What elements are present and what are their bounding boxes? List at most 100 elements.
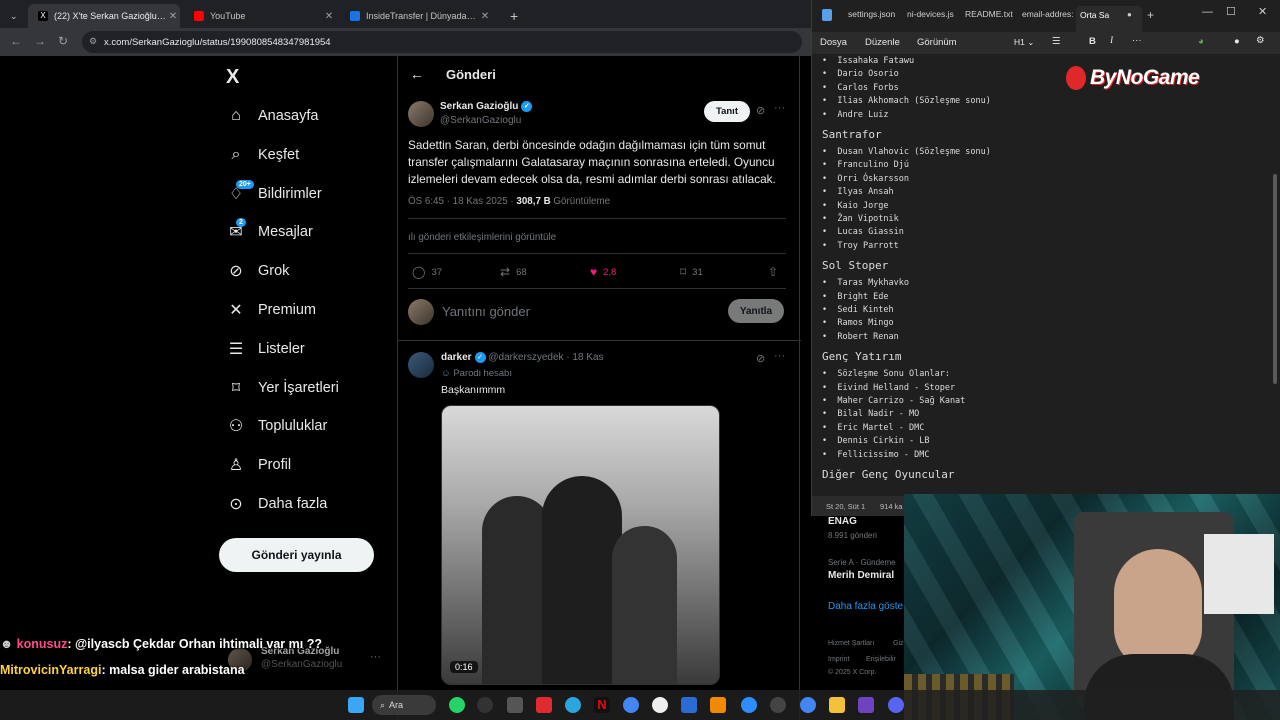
nav-item-people[interactable]: ⚇ Topluluklar xyxy=(226,411,328,441)
tab-insidetransfer[interactable]: InsideTransfer | Dünyadan Son ✕ xyxy=(340,4,492,28)
nav-item-search[interactable]: ⌕ Keşfet xyxy=(226,140,300,170)
reply-input[interactable]: Yanıtını gönder xyxy=(442,304,530,319)
notepad-tab-active[interactable]: Orta Sa ● xyxy=(1076,6,1142,32)
telegram-icon[interactable] xyxy=(565,697,581,713)
whatsapp-icon[interactable] xyxy=(449,697,465,713)
footer-terms[interactable]: Hizmet Şartları xyxy=(828,640,874,647)
maximize-icon[interactable]: ☐ xyxy=(1226,5,1236,18)
list-format-icon[interactable]: ☰ xyxy=(1052,36,1061,47)
reply-author-row[interactable]: darker ✓ @darkerszyedek · 18 Kas xyxy=(441,352,604,363)
post-timestamp[interactable]: ÖS 6:45 · 18 Kas 2025 · xyxy=(408,196,516,207)
settings-gear-icon[interactable]: ⚙ xyxy=(1256,35,1265,46)
heading-select[interactable]: H1 ⌄ xyxy=(1014,37,1034,48)
app-icon[interactable] xyxy=(681,697,697,713)
app-icon[interactable] xyxy=(477,697,493,713)
notepad-tab[interactable]: settings.json xyxy=(848,9,895,19)
nav-item-list[interactable]: ☰ Listeler xyxy=(226,334,305,364)
nav-item-home[interactable]: ⌂ Anasayfa xyxy=(226,101,318,131)
nav-item-grok[interactable]: ⊘ Grok xyxy=(226,256,289,286)
trend-title[interactable]: ENAG xyxy=(828,516,857,527)
footer-accessibility[interactable]: Erişilebilir xyxy=(866,656,896,663)
scrollbar-thumb[interactable] xyxy=(1273,174,1277,384)
back-icon[interactable]: ← xyxy=(10,34,22,48)
tab-list-button[interactable]: ⌄ xyxy=(4,4,24,28)
app-icon[interactable] xyxy=(507,697,523,713)
show-more-link[interactable]: Daha fazla göste xyxy=(828,601,903,612)
more-format-icon[interactable]: ··· xyxy=(1132,35,1142,46)
app-icon[interactable] xyxy=(536,697,552,713)
nav-item-mail[interactable]: ✉ 2 Mesajlar xyxy=(226,217,313,247)
notepad-tab[interactable]: email-addres: xyxy=(1022,9,1074,19)
tab-youtube[interactable]: YouTube ✕ xyxy=(184,4,336,28)
more-options-icon[interactable]: ··· xyxy=(774,350,785,362)
vlc-icon[interactable] xyxy=(710,697,726,713)
menu-view[interactable]: Görünüm xyxy=(917,37,957,48)
notepad-editor[interactable]: ByNoGame • Issahaka Fatawu • Dario Osorio… xyxy=(812,54,1280,496)
post-compose-button[interactable]: Gönderi yayınla xyxy=(219,538,374,572)
windows-start-icon[interactable] xyxy=(348,697,364,713)
bold-icon[interactable]: B xyxy=(1089,36,1096,47)
trend-name[interactable]: Merih Demiral xyxy=(828,570,894,581)
repost-action[interactable]: ⇄ 68 xyxy=(500,265,527,279)
netflix-icon[interactable]: N xyxy=(594,697,610,713)
like-action[interactable]: ♥ 2,8 xyxy=(590,265,616,279)
menu-file[interactable]: Dosya xyxy=(820,37,847,48)
tab-x-post[interactable]: X (22) X'te Serkan Gazioğlu: "Sadettin ✕ xyxy=(28,4,180,28)
reply-button[interactable]: Yanıtla xyxy=(728,299,784,323)
author-avatar[interactable] xyxy=(408,101,434,127)
author-name-row[interactable]: Serkan Gazioğlu ✓ xyxy=(440,101,533,112)
scrollbar[interactable] xyxy=(1272,54,1278,496)
account-menu-icon[interactable]: ··· xyxy=(370,651,381,663)
account-icon[interactable]: ● xyxy=(1234,36,1240,47)
notepad-line-text: Sözleşme Sonu Olanlar: xyxy=(837,369,950,380)
grok-icon[interactable]: ⊘ xyxy=(756,104,765,117)
discord-icon[interactable] xyxy=(888,697,904,713)
nav-item-bell[interactable]: ♢ 20+ Bildirimler xyxy=(226,179,322,209)
notepad-tab[interactable]: ni-devices.js xyxy=(907,9,954,19)
nav-item-bookmark[interactable]: ⌑ Yer İşaretleri xyxy=(226,373,339,403)
close-window-icon[interactable]: ✕ xyxy=(1258,5,1267,18)
divider xyxy=(408,218,786,219)
close-tab-icon[interactable]: ✕ xyxy=(166,11,180,22)
file-explorer-icon[interactable] xyxy=(829,697,845,713)
copilot-icon[interactable]: ◕ xyxy=(1198,36,1204,47)
nav-item-person[interactable]: ♙ Profil xyxy=(226,450,291,480)
forward-icon[interactable]: → xyxy=(34,34,46,48)
close-tab-icon[interactable]: ✕ xyxy=(478,11,492,22)
app-icon[interactable] xyxy=(858,697,874,713)
italic-icon[interactable]: I xyxy=(1110,36,1113,46)
minimize-icon[interactable]: — xyxy=(1202,6,1213,18)
unsaved-dot-icon[interactable]: ● xyxy=(1127,10,1132,19)
menu-edit[interactable]: Düzenle xyxy=(865,37,900,48)
chatgpt-icon[interactable] xyxy=(652,697,668,713)
more-options-icon[interactable]: ··· xyxy=(774,102,785,114)
reload-icon[interactable]: ↻ xyxy=(58,34,68,48)
follow-button[interactable]: Tanıt xyxy=(704,101,750,122)
app-icon[interactable] xyxy=(770,697,786,713)
new-tab-icon[interactable]: + xyxy=(1147,8,1154,22)
author-handle[interactable]: @SerkanGazioglu xyxy=(440,115,521,126)
bookmark-action[interactable]: ⌑ 31 xyxy=(680,265,703,279)
new-tab-button[interactable]: + xyxy=(500,4,520,28)
reply-author-avatar[interactable] xyxy=(408,352,434,378)
share-action[interactable]: ⇧ xyxy=(768,265,784,279)
person-figure xyxy=(542,476,622,684)
reply-action[interactable]: ◯ 37 xyxy=(412,265,442,279)
footer-imprint[interactable]: Imprint xyxy=(828,656,849,663)
taskbar-search[interactable]: ⌕ Ara xyxy=(372,695,436,715)
nav-item-more[interactable]: ⊙ Daha fazla xyxy=(226,489,327,519)
site-info-icon[interactable]: ⚙ xyxy=(89,36,97,47)
nav-item-x[interactable]: ✕ Premium xyxy=(226,295,316,325)
reply-video[interactable]: 0:16 xyxy=(441,405,720,685)
back-arrow-icon[interactable]: ← xyxy=(410,66,424,82)
grok-icon[interactable]: ⊘ xyxy=(756,352,765,365)
zoom-icon[interactable] xyxy=(741,697,757,713)
notepad-tab[interactable]: README.txt xyxy=(965,9,1013,19)
close-tab-icon[interactable]: ✕ xyxy=(322,11,336,22)
engagements-link[interactable]: ılı gönderi etkileşimlerini görüntüle xyxy=(408,232,556,243)
chrome-profile-icon[interactable] xyxy=(800,697,816,713)
chrome-icon[interactable] xyxy=(623,697,639,713)
url-input[interactable]: ⚙ x.com/SerkanGazioglu/status/1990808548… xyxy=(82,31,802,53)
notepad-list-item: • Issahaka Fatawu xyxy=(822,56,914,66)
x-logo[interactable]: X xyxy=(226,66,239,89)
